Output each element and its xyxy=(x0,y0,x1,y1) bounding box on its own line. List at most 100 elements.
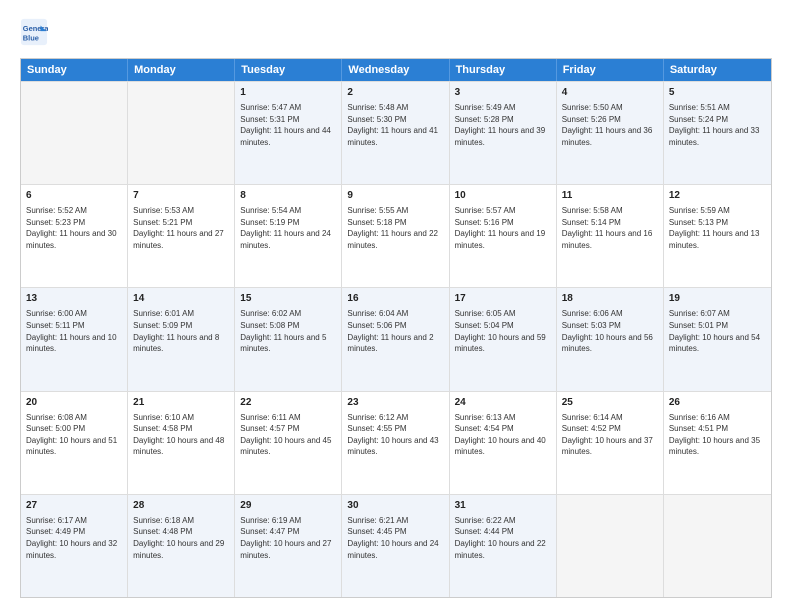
day-number: 3 xyxy=(455,86,551,100)
day-number: 23 xyxy=(347,396,443,410)
cell-details: Sunrise: 5:57 AM Sunset: 5:16 PM Dayligh… xyxy=(455,205,551,251)
day-number: 15 xyxy=(240,292,336,306)
day-number: 19 xyxy=(669,292,766,306)
day-number: 29 xyxy=(240,499,336,513)
calendar-row-1: 6 Sunrise: 5:52 AM Sunset: 5:23 PM Daylig… xyxy=(21,184,771,287)
calendar-cell: 8Sunrise: 5:54 AM Sunset: 5:19 PM Daylig… xyxy=(235,185,342,287)
calendar-cell xyxy=(557,495,664,597)
calendar-cell: 18Sunrise: 6:06 AM Sunset: 5:03 PM Dayli… xyxy=(557,288,664,390)
day-header-monday: Monday xyxy=(128,59,235,81)
calendar-row-3: 20 Sunrise: 6:08 AM Sunset: 5:00 PM Dayli… xyxy=(21,391,771,494)
day-number: 7 xyxy=(133,189,229,203)
calendar-row-0: 1 Sunrise: 5:47 AM Sunset: 5:31 PM Daylig… xyxy=(21,81,771,184)
day-number: 5 xyxy=(669,86,766,100)
cell-details: Sunrise: 6:08 AM Sunset: 5:00 PM Dayligh… xyxy=(26,412,122,458)
logo: General Blue xyxy=(20,18,50,46)
calendar-cell: 14 Sunrise: 6:01 AM Sunset: 5:09 PM Dayli… xyxy=(128,288,235,390)
calendar-cell: 22 Sunrise: 6:11 AM Sunset: 4:57 PM Dayli… xyxy=(235,392,342,494)
calendar-cell xyxy=(664,495,771,597)
day-number: 12 xyxy=(669,189,766,203)
cell-details: Sunrise: 6:05 AM Sunset: 5:04 PM Dayligh… xyxy=(455,308,551,354)
calendar-row-4: 27 Sunrise: 6:17 AM Sunset: 4:49 PM Dayli… xyxy=(21,494,771,597)
calendar-cell: 20 Sunrise: 6:08 AM Sunset: 5:00 PM Dayli… xyxy=(21,392,128,494)
svg-text:Blue: Blue xyxy=(23,33,39,42)
day-number: 21 xyxy=(133,396,229,410)
cell-details: Sunrise: 5:49 AM Sunset: 5:28 PM Dayligh… xyxy=(455,102,551,148)
cell-details: Sunrise: 6:17 AM Sunset: 4:49 PM Dayligh… xyxy=(26,515,122,561)
calendar-cell: 5 Sunrise: 5:51 AM Sunset: 5:24 PM Daylig… xyxy=(664,82,771,184)
calendar-cell: 23 Sunrise: 6:12 AM Sunset: 4:55 PM Dayli… xyxy=(342,392,449,494)
cell-details: Sunrise: 6:22 AM Sunset: 4:44 PM Dayligh… xyxy=(455,515,551,561)
cell-details: Sunrise: 5:50 AM Sunset: 5:26 PM Dayligh… xyxy=(562,102,658,148)
day-number: 1 xyxy=(240,86,336,100)
calendar-cell: 31Sunrise: 6:22 AM Sunset: 4:44 PM Dayli… xyxy=(450,495,557,597)
cell-details: Sunrise: 6:13 AM Sunset: 4:54 PM Dayligh… xyxy=(455,412,551,458)
calendar-cell: 9 Sunrise: 5:55 AM Sunset: 5:18 PM Daylig… xyxy=(342,185,449,287)
day-header-saturday: Saturday xyxy=(664,59,771,81)
day-number: 20 xyxy=(26,396,122,410)
day-header-wednesday: Wednesday xyxy=(342,59,449,81)
cell-details: Sunrise: 5:48 AM Sunset: 5:30 PM Dayligh… xyxy=(347,102,443,148)
cell-details: Sunrise: 6:10 AM Sunset: 4:58 PM Dayligh… xyxy=(133,412,229,458)
day-number: 17 xyxy=(455,292,551,306)
cell-details: Sunrise: 5:54 AM Sunset: 5:19 PM Dayligh… xyxy=(240,205,336,251)
cell-details: Sunrise: 6:14 AM Sunset: 4:52 PM Dayligh… xyxy=(562,412,658,458)
calendar-cell: 4 Sunrise: 5:50 AM Sunset: 5:26 PM Daylig… xyxy=(557,82,664,184)
day-header-tuesday: Tuesday xyxy=(235,59,342,81)
day-number: 25 xyxy=(562,396,658,410)
day-number: 10 xyxy=(455,189,551,203)
calendar-cell: 3 Sunrise: 5:49 AM Sunset: 5:28 PM Daylig… xyxy=(450,82,557,184)
calendar-cell xyxy=(128,82,235,184)
cell-details: Sunrise: 5:51 AM Sunset: 5:24 PM Dayligh… xyxy=(669,102,766,148)
calendar-cell: 6 Sunrise: 5:52 AM Sunset: 5:23 PM Daylig… xyxy=(21,185,128,287)
day-number: 22 xyxy=(240,396,336,410)
day-number: 27 xyxy=(26,499,122,513)
cell-details: Sunrise: 6:12 AM Sunset: 4:55 PM Dayligh… xyxy=(347,412,443,458)
calendar-cell: 7 Sunrise: 5:53 AM Sunset: 5:21 PM Daylig… xyxy=(128,185,235,287)
cell-details: Sunrise: 5:52 AM Sunset: 5:23 PM Dayligh… xyxy=(26,205,122,251)
header: General Blue xyxy=(20,18,772,46)
calendar-cell: 19 Sunrise: 6:07 AM Sunset: 5:01 PM Dayli… xyxy=(664,288,771,390)
calendar-cell: 12 Sunrise: 5:59 AM Sunset: 5:13 PM Dayli… xyxy=(664,185,771,287)
calendar-cell: 17 Sunrise: 6:05 AM Sunset: 5:04 PM Dayli… xyxy=(450,288,557,390)
cell-details: Sunrise: 5:59 AM Sunset: 5:13 PM Dayligh… xyxy=(669,205,766,251)
calendar-cell: 10 Sunrise: 5:57 AM Sunset: 5:16 PM Dayli… xyxy=(450,185,557,287)
calendar-cell: 27 Sunrise: 6:17 AM Sunset: 4:49 PM Dayli… xyxy=(21,495,128,597)
calendar-cell: 25 Sunrise: 6:14 AM Sunset: 4:52 PM Dayli… xyxy=(557,392,664,494)
cell-details: Sunrise: 6:21 AM Sunset: 4:45 PM Dayligh… xyxy=(347,515,443,561)
calendar-row-2: 13Sunrise: 6:00 AM Sunset: 5:11 PM Dayli… xyxy=(21,287,771,390)
cell-details: Sunrise: 6:11 AM Sunset: 4:57 PM Dayligh… xyxy=(240,412,336,458)
cell-details: Sunrise: 6:19 AM Sunset: 4:47 PM Dayligh… xyxy=(240,515,336,561)
day-number: 26 xyxy=(669,396,766,410)
day-number: 28 xyxy=(133,499,229,513)
day-number: 2 xyxy=(347,86,443,100)
cell-details: Sunrise: 5:55 AM Sunset: 5:18 PM Dayligh… xyxy=(347,205,443,251)
cell-details: Sunrise: 6:04 AM Sunset: 5:06 PM Dayligh… xyxy=(347,308,443,354)
calendar: SundayMondayTuesdayWednesdayThursdayFrid… xyxy=(20,58,772,598)
day-number: 9 xyxy=(347,189,443,203)
svg-text:General: General xyxy=(23,24,48,33)
cell-details: Sunrise: 6:06 AM Sunset: 5:03 PM Dayligh… xyxy=(562,308,658,354)
logo-icon: General Blue xyxy=(20,18,48,46)
calendar-cell: 24 Sunrise: 6:13 AM Sunset: 4:54 PM Dayli… xyxy=(450,392,557,494)
day-header-sunday: Sunday xyxy=(21,59,128,81)
calendar-cell: 1 Sunrise: 5:47 AM Sunset: 5:31 PM Daylig… xyxy=(235,82,342,184)
cell-details: Sunrise: 5:53 AM Sunset: 5:21 PM Dayligh… xyxy=(133,205,229,251)
cell-details: Sunrise: 5:47 AM Sunset: 5:31 PM Dayligh… xyxy=(240,102,336,148)
cell-details: Sunrise: 6:02 AM Sunset: 5:08 PM Dayligh… xyxy=(240,308,336,354)
calendar-cell xyxy=(21,82,128,184)
cell-details: Sunrise: 6:16 AM Sunset: 4:51 PM Dayligh… xyxy=(669,412,766,458)
calendar-cell: 16Sunrise: 6:04 AM Sunset: 5:06 PM Dayli… xyxy=(342,288,449,390)
calendar-body: 1 Sunrise: 5:47 AM Sunset: 5:31 PM Daylig… xyxy=(21,81,771,597)
cell-details: Sunrise: 6:01 AM Sunset: 5:09 PM Dayligh… xyxy=(133,308,229,354)
day-number: 24 xyxy=(455,396,551,410)
day-number: 14 xyxy=(133,292,229,306)
day-number: 6 xyxy=(26,189,122,203)
day-header-friday: Friday xyxy=(557,59,664,81)
cell-details: Sunrise: 5:58 AM Sunset: 5:14 PM Dayligh… xyxy=(562,205,658,251)
calendar-cell: 26 Sunrise: 6:16 AM Sunset: 4:51 PM Dayli… xyxy=(664,392,771,494)
cell-details: Sunrise: 6:07 AM Sunset: 5:01 PM Dayligh… xyxy=(669,308,766,354)
calendar-cell: 29 Sunrise: 6:19 AM Sunset: 4:47 PM Dayli… xyxy=(235,495,342,597)
day-number: 4 xyxy=(562,86,658,100)
calendar-cell: 13Sunrise: 6:00 AM Sunset: 5:11 PM Dayli… xyxy=(21,288,128,390)
